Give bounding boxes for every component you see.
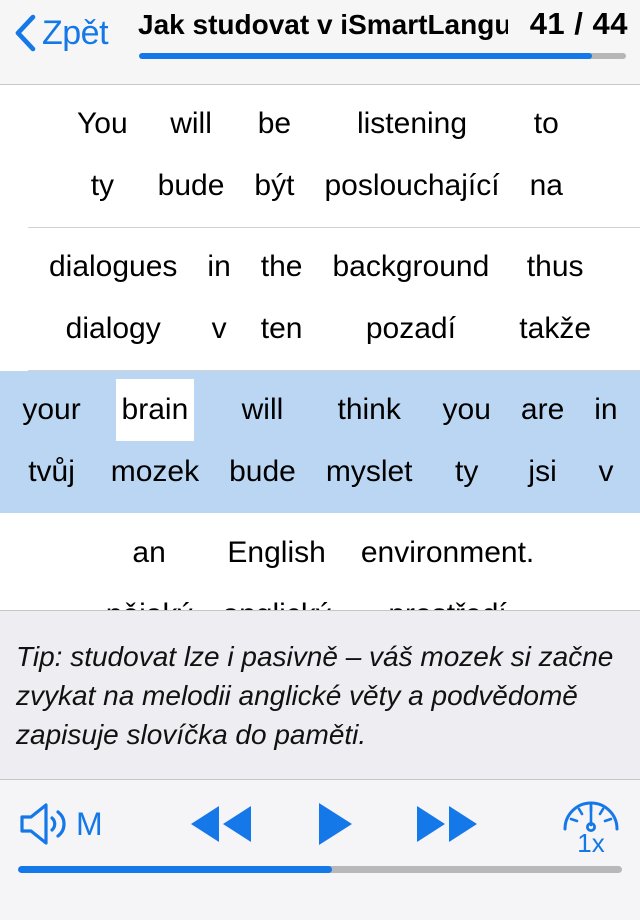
target-word[interactable]: být (248, 155, 300, 217)
target-word[interactable]: pozadí (360, 298, 462, 360)
playback-controls: M 1x (0, 780, 640, 856)
target-word[interactable]: tvůj (22, 441, 81, 503)
speaker-wave-icon (20, 803, 66, 845)
lesson-progress-fill (139, 53, 592, 59)
word-pair[interactable]: in v (192, 236, 245, 360)
word-pair[interactable]: dialogues dialogy (34, 236, 192, 360)
word-pair[interactable]: to na (515, 93, 578, 217)
play-icon (319, 803, 353, 845)
source-word[interactable]: listening (351, 93, 473, 155)
rewind-button[interactable] (187, 802, 255, 846)
target-word[interactable]: v (206, 298, 233, 360)
source-word[interactable]: in (588, 379, 623, 441)
play-button[interactable] (313, 800, 355, 848)
target-word[interactable]: prostředí (382, 584, 512, 610)
source-word[interactable]: be (252, 93, 297, 155)
target-word[interactable]: jsi (522, 441, 562, 503)
source-word[interactable]: English (221, 522, 331, 584)
target-word[interactable]: na (524, 155, 569, 217)
word-pair[interactable]: annějaký (91, 522, 208, 610)
page-title: Jak studovat v iSmartLangu... (138, 9, 508, 40)
word-pair[interactable]: in v (579, 379, 632, 503)
source-word[interactable]: will (236, 379, 290, 441)
back-button[interactable]: Zpět (14, 14, 109, 52)
playback-toolbar: M 1x (0, 780, 640, 920)
target-word[interactable]: nějaký (100, 584, 199, 610)
word-pair[interactable]: You ty (62, 93, 143, 217)
word-pair-group: dialogues dialogy in v the ten background pozad… (0, 228, 640, 370)
word-pair[interactable]: will bude (143, 93, 240, 217)
sentence-row[interactable]: You ty will bude be být listening poslouchající… (0, 85, 640, 227)
word-pair[interactable]: environment.prostředí (346, 522, 549, 610)
audio-mode-button[interactable]: M (18, 801, 103, 847)
target-word[interactable]: v (592, 441, 619, 503)
audio-scrubber-fill (18, 866, 333, 873)
word-pair[interactable]: will bude (214, 379, 311, 503)
playback-speed-label: 1x (577, 827, 605, 858)
sentence-row[interactable]: your tvůj brain mozek will bude think myslet you… (0, 371, 640, 513)
transport-controls (187, 800, 481, 848)
tip-text: Tip: studovat lze i pasivně – váš mozek … (16, 641, 614, 750)
navigation-bar: Zpět Jak studovat v iSmartLangu... 41 / … (0, 0, 640, 85)
active-source-word[interactable]: brain (115, 379, 195, 441)
source-word[interactable]: dialogues (43, 236, 183, 298)
source-word[interactable]: thus (521, 236, 590, 298)
target-word[interactable]: takže (513, 298, 597, 360)
word-pair[interactable]: background pozadí (318, 236, 505, 360)
word-pair[interactable]: you ty (428, 379, 506, 503)
sentence-row[interactable]: annějakýEnglishanglickýenvironment.prost… (0, 514, 640, 610)
word-pair[interactable]: listening poslouchající (309, 93, 514, 217)
source-word[interactable]: You (71, 93, 134, 155)
target-word[interactable]: anglický (216, 584, 336, 610)
chevron-left-icon (15, 14, 36, 52)
audio-scrubber[interactable] (18, 866, 622, 873)
target-word[interactable]: myslet (320, 441, 419, 503)
audio-mode-label: M (76, 806, 103, 842)
fast-forward-button[interactable] (413, 802, 481, 846)
word-pair[interactable]: are jsi (506, 379, 579, 503)
back-button-label: Zpět (42, 14, 109, 52)
target-word[interactable]: bude (152, 155, 231, 217)
rewind-icon (191, 806, 252, 842)
target-word[interactable]: poslouchající (318, 155, 505, 217)
word-pair-group: your tvůj brain mozek will bude think myslet you… (0, 371, 640, 513)
word-pair[interactable]: thus takže (504, 236, 606, 360)
target-word[interactable]: mozek (105, 441, 205, 503)
bilingual-text-area: You ty will bude be být listening poslouchající… (0, 85, 640, 610)
source-word[interactable]: think (332, 379, 407, 441)
tip-panel: Tip: studovat lze i pasivně – váš mozek … (0, 610, 640, 780)
source-word[interactable]: environment. (355, 522, 540, 584)
word-pair[interactable]: be být (239, 93, 309, 217)
word-pair[interactable]: brain mozek (96, 379, 214, 503)
target-word[interactable]: dialogy (60, 298, 167, 360)
word-pair[interactable]: the ten (246, 236, 318, 360)
lesson-progress-bar (139, 53, 626, 59)
source-word[interactable]: background (327, 236, 496, 298)
target-word[interactable]: bude (223, 441, 302, 503)
source-word[interactable]: will (164, 93, 218, 155)
source-word[interactable]: in (201, 236, 236, 298)
source-word[interactable]: the (255, 236, 309, 298)
word-pair-group: annějakýEnglishanglickýenvironment.prost… (0, 514, 640, 610)
word-pair-group: You ty will bude be být listening poslouchající… (0, 85, 640, 227)
word-pair[interactable]: think myslet (311, 379, 428, 503)
page-counter: 41 / 44 (529, 6, 628, 41)
target-word[interactable]: ten (255, 298, 309, 360)
source-word[interactable]: are (515, 379, 570, 441)
source-word[interactable]: to (528, 93, 565, 155)
sentence-row[interactable]: dialogues dialogy in v the ten background pozad… (0, 228, 640, 370)
playback-speed-button[interactable]: 1x (560, 794, 622, 858)
target-word[interactable]: ty (449, 441, 484, 503)
word-pair[interactable]: Englishanglický (207, 522, 345, 610)
source-word[interactable]: an (126, 522, 171, 584)
word-pair[interactable]: your tvůj (7, 379, 95, 503)
target-word[interactable]: ty (85, 155, 120, 217)
source-word[interactable]: your (16, 379, 86, 441)
source-word[interactable]: you (437, 379, 497, 441)
audio-lesson-screen: Zpět Jak studovat v iSmartLangu... 41 / … (0, 0, 640, 920)
fast-forward-icon (417, 806, 478, 842)
